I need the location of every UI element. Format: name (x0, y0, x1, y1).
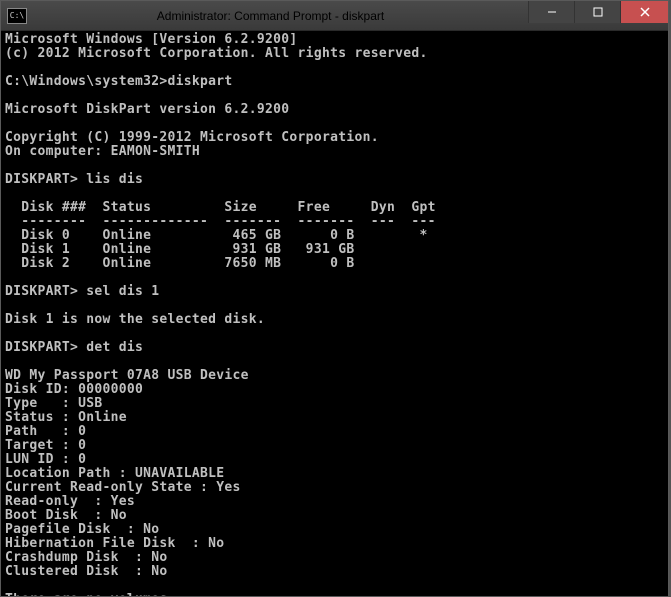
terminal-line: Clustered Disk : No (5, 565, 664, 579)
terminal-line: Microsoft DiskPart version 6.2.9200 (5, 103, 664, 117)
terminal-line: Path : 0 (5, 425, 664, 439)
terminal-line: On computer: EAMON-SMITH (5, 145, 664, 159)
terminal-line: Disk ### Status Size Free Dyn Gpt (5, 201, 664, 215)
terminal-line: There are no volumes. (5, 593, 664, 596)
terminal-line: Location Path : UNAVAILABLE (5, 467, 664, 481)
terminal-line (5, 299, 664, 313)
minimize-button[interactable] (528, 1, 574, 23)
terminal-line: -------- ------------- ------- ------- -… (5, 215, 664, 229)
terminal-line: C:\Windows\system32>diskpart (5, 75, 664, 89)
terminal-line: (c) 2012 Microsoft Corporation. All righ… (5, 47, 664, 61)
terminal-line: Current Read-only State : Yes (5, 481, 664, 495)
terminal-line: DISKPART> lis dis (5, 173, 664, 187)
terminal-line: Disk ID: 00000000 (5, 383, 664, 397)
window-controls (528, 1, 668, 30)
terminal-line (5, 117, 664, 131)
app-icon: C:\ (7, 8, 27, 24)
terminal-line (5, 89, 664, 103)
close-button[interactable] (620, 1, 668, 23)
maximize-button[interactable] (574, 1, 620, 23)
terminal-line: Copyright (C) 1999-2012 Microsoft Corpor… (5, 131, 664, 145)
terminal-line: Read-only : Yes (5, 495, 664, 509)
terminal-line: Disk 1 Online 931 GB 931 GB (5, 243, 664, 257)
terminal-line: Target : 0 (5, 439, 664, 453)
minimize-icon (547, 7, 557, 17)
maximize-icon (593, 7, 603, 17)
titlebar[interactable]: C:\ Administrator: Command Prompt - disk… (1, 1, 668, 31)
terminal-line: Hibernation File Disk : No (5, 537, 664, 551)
terminal-line: Boot Disk : No (5, 509, 664, 523)
terminal-line: Crashdump Disk : No (5, 551, 664, 565)
close-icon (640, 7, 650, 17)
terminal-line (5, 61, 664, 75)
terminal-line (5, 159, 664, 173)
terminal-line: Disk 0 Online 465 GB 0 B * (5, 229, 664, 243)
terminal-line (5, 187, 664, 201)
terminal-line (5, 271, 664, 285)
terminal-line: Pagefile Disk : No (5, 523, 664, 537)
terminal-line (5, 355, 664, 369)
command-prompt-window: C:\ Administrator: Command Prompt - disk… (0, 0, 669, 597)
terminal-line: LUN ID : 0 (5, 453, 664, 467)
terminal-output[interactable]: Microsoft Windows [Version 6.2.9200](c) … (1, 31, 668, 596)
terminal-line: WD My Passport 07A8 USB Device (5, 369, 664, 383)
window-title: Administrator: Command Prompt - diskpart (33, 9, 528, 23)
terminal-line: Disk 1 is now the selected disk. (5, 313, 664, 327)
terminal-line: Status : Online (5, 411, 664, 425)
terminal-line (5, 327, 664, 341)
terminal-line (5, 579, 664, 593)
terminal-line: DISKPART> sel dis 1 (5, 285, 664, 299)
terminal-line: Type : USB (5, 397, 664, 411)
terminal-line: Microsoft Windows [Version 6.2.9200] (5, 33, 664, 47)
terminal-line: Disk 2 Online 7650 MB 0 B (5, 257, 664, 271)
terminal-line: DISKPART> det dis (5, 341, 664, 355)
